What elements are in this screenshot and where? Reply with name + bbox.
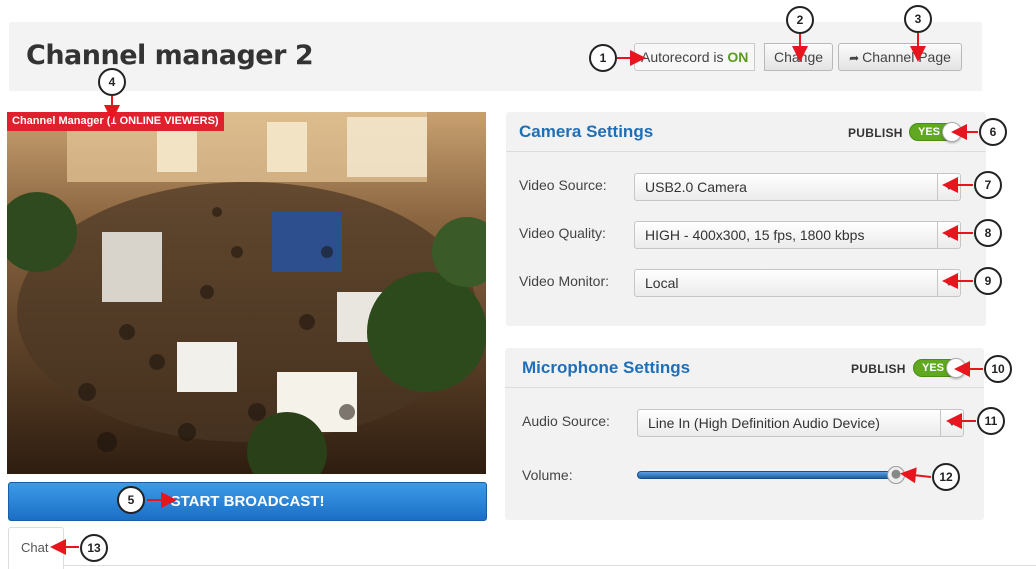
autorecord-label: Autorecord is xyxy=(641,49,724,65)
callout-6: 6 xyxy=(979,118,1007,146)
callout-3: 3 xyxy=(904,5,932,33)
microphone-publish-label: PUBLISH xyxy=(851,362,906,376)
chevron-down-icon xyxy=(945,281,953,286)
callout-2: 2 xyxy=(786,6,814,34)
callout-4: 4 xyxy=(98,68,126,96)
camera-settings-header: Camera Settings PUBLISH YES xyxy=(506,112,986,152)
microphone-settings-title: Microphone Settings xyxy=(522,358,691,377)
page-title: Channel manager 2 xyxy=(26,40,314,71)
video-monitor-label: Video Monitor: xyxy=(519,273,610,289)
viewers-overlay-label: Channel Manager (1 ONLINE VIEWERS) xyxy=(7,112,224,131)
camera-settings-title: Camera Settings xyxy=(519,122,654,141)
channel-page-button[interactable]: ➦ Channel Page xyxy=(838,43,962,71)
video-monitor-select[interactable]: Local xyxy=(634,269,961,297)
chevron-down-icon xyxy=(945,233,953,238)
callout-10: 10 xyxy=(984,355,1012,383)
camera-publish-label: PUBLISH xyxy=(848,126,903,140)
callout-7: 7 xyxy=(974,171,1002,199)
camera-publish-value: YES xyxy=(918,126,941,138)
channel-page-label: Channel Page xyxy=(862,49,951,65)
toggle-knob xyxy=(942,122,962,142)
audio-source-label: Audio Source: xyxy=(522,413,610,429)
video-frame-image xyxy=(7,112,486,474)
video-preview xyxy=(7,112,486,474)
video-source-value: USB2.0 Camera xyxy=(645,179,747,195)
share-arrow-icon: ➦ xyxy=(849,51,860,65)
camera-publish-toggle[interactable]: YES xyxy=(909,122,962,142)
audio-source-value: Line In (High Definition Audio Device) xyxy=(648,415,880,431)
video-quality-label: Video Quality: xyxy=(519,225,606,241)
select-divider xyxy=(940,410,941,436)
callout-11: 11 xyxy=(977,407,1005,435)
video-quality-value: HIGH - 400x300, 15 fps, 1800 kbps xyxy=(645,227,865,243)
change-autorecord-button[interactable]: Change xyxy=(764,43,833,71)
callout-13: 13 xyxy=(80,534,108,562)
volume-slider[interactable] xyxy=(637,471,901,479)
callout-1: 1 xyxy=(589,44,617,72)
microphone-settings-header: Microphone Settings PUBLISH YES xyxy=(505,348,984,388)
callout-9: 9 xyxy=(974,267,1002,295)
audio-source-select[interactable]: Line In (High Definition Audio Device) xyxy=(637,409,964,437)
callout-8: 8 xyxy=(974,219,1002,247)
toggle-knob xyxy=(946,358,966,378)
select-divider xyxy=(937,270,938,296)
microphone-publish-value: YES xyxy=(922,362,945,374)
volume-label: Volume: xyxy=(522,467,573,483)
start-broadcast-button[interactable]: START BROADCAST! xyxy=(8,482,487,521)
chevron-down-icon xyxy=(945,185,953,190)
select-divider xyxy=(937,222,938,248)
volume-slider-handle[interactable] xyxy=(886,466,905,484)
tab-chat[interactable]: Chat xyxy=(8,527,64,569)
callout-5: 5 xyxy=(117,486,145,514)
video-source-select[interactable]: USB2.0 Camera xyxy=(634,173,961,201)
video-quality-select[interactable]: HIGH - 400x300, 15 fps, 1800 kbps xyxy=(634,221,961,249)
video-source-label: Video Source: xyxy=(519,177,607,193)
autorecord-status: Autorecord is ON xyxy=(634,43,756,71)
tab-divider xyxy=(64,565,1036,566)
video-monitor-value: Local xyxy=(645,275,679,291)
callout-12: 12 xyxy=(932,463,960,491)
microphone-publish-toggle[interactable]: YES xyxy=(913,358,966,378)
select-divider xyxy=(937,174,938,200)
channel-header: Channel manager 2 Autorecord is ON Chang… xyxy=(9,22,982,91)
chevron-down-icon xyxy=(948,421,956,426)
autorecord-value: ON xyxy=(727,49,749,65)
